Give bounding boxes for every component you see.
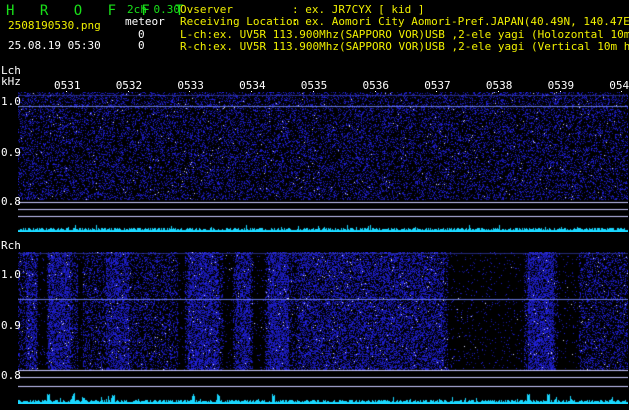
rch-ytick-3: 0.8: [1, 369, 21, 382]
time-tick-label: 0537: [424, 79, 451, 92]
lch-info: L-ch:ex. UV5R 113.900Mhz(SAPPORO VOR)USB…: [180, 29, 629, 41]
lch-ytick-3: 0.8: [1, 195, 21, 208]
rch-channel-label: Rch: [1, 239, 21, 252]
rch-ytick-1: 1.0: [1, 268, 21, 281]
time-tick-label: 0536: [362, 79, 390, 92]
lch-ytick-2: 0.9: [1, 146, 21, 159]
lch-ytick-1: 1.0: [1, 95, 21, 108]
time-tick-label: 0540: [609, 79, 629, 92]
location-value: : ex. Aomori City Aomori-Pref.JAPAN(40.4…: [292, 15, 629, 28]
time-tick-label: 0538: [485, 79, 513, 92]
meteor-label: meteor: [125, 15, 165, 28]
time-tick-label: 0533: [177, 79, 204, 92]
time-tick-label: 0539: [547, 79, 575, 92]
lch-unit-label: kHz: [1, 75, 21, 88]
rch-ytick-2: 0.9: [1, 319, 21, 332]
time-tick-label: 0535: [300, 79, 328, 92]
timestamp-label: 25.08.19 05:30: [8, 39, 101, 52]
time-tick-label: 0531: [54, 79, 81, 92]
time-tick-label: 0534: [239, 79, 266, 92]
time-tick-label: 0532: [115, 79, 143, 92]
lch-spectrogram: [18, 92, 628, 232]
rch-spectrogram: [18, 252, 628, 404]
rch-info: R-ch:ex. UV5R 113.900Mhz(SAPPORO VOR)USB…: [180, 41, 629, 53]
meteor-count-r: 0: [138, 39, 145, 52]
location-label: Receiving Location: [180, 15, 300, 28]
filename-label: 2508190530.png: [8, 19, 101, 32]
